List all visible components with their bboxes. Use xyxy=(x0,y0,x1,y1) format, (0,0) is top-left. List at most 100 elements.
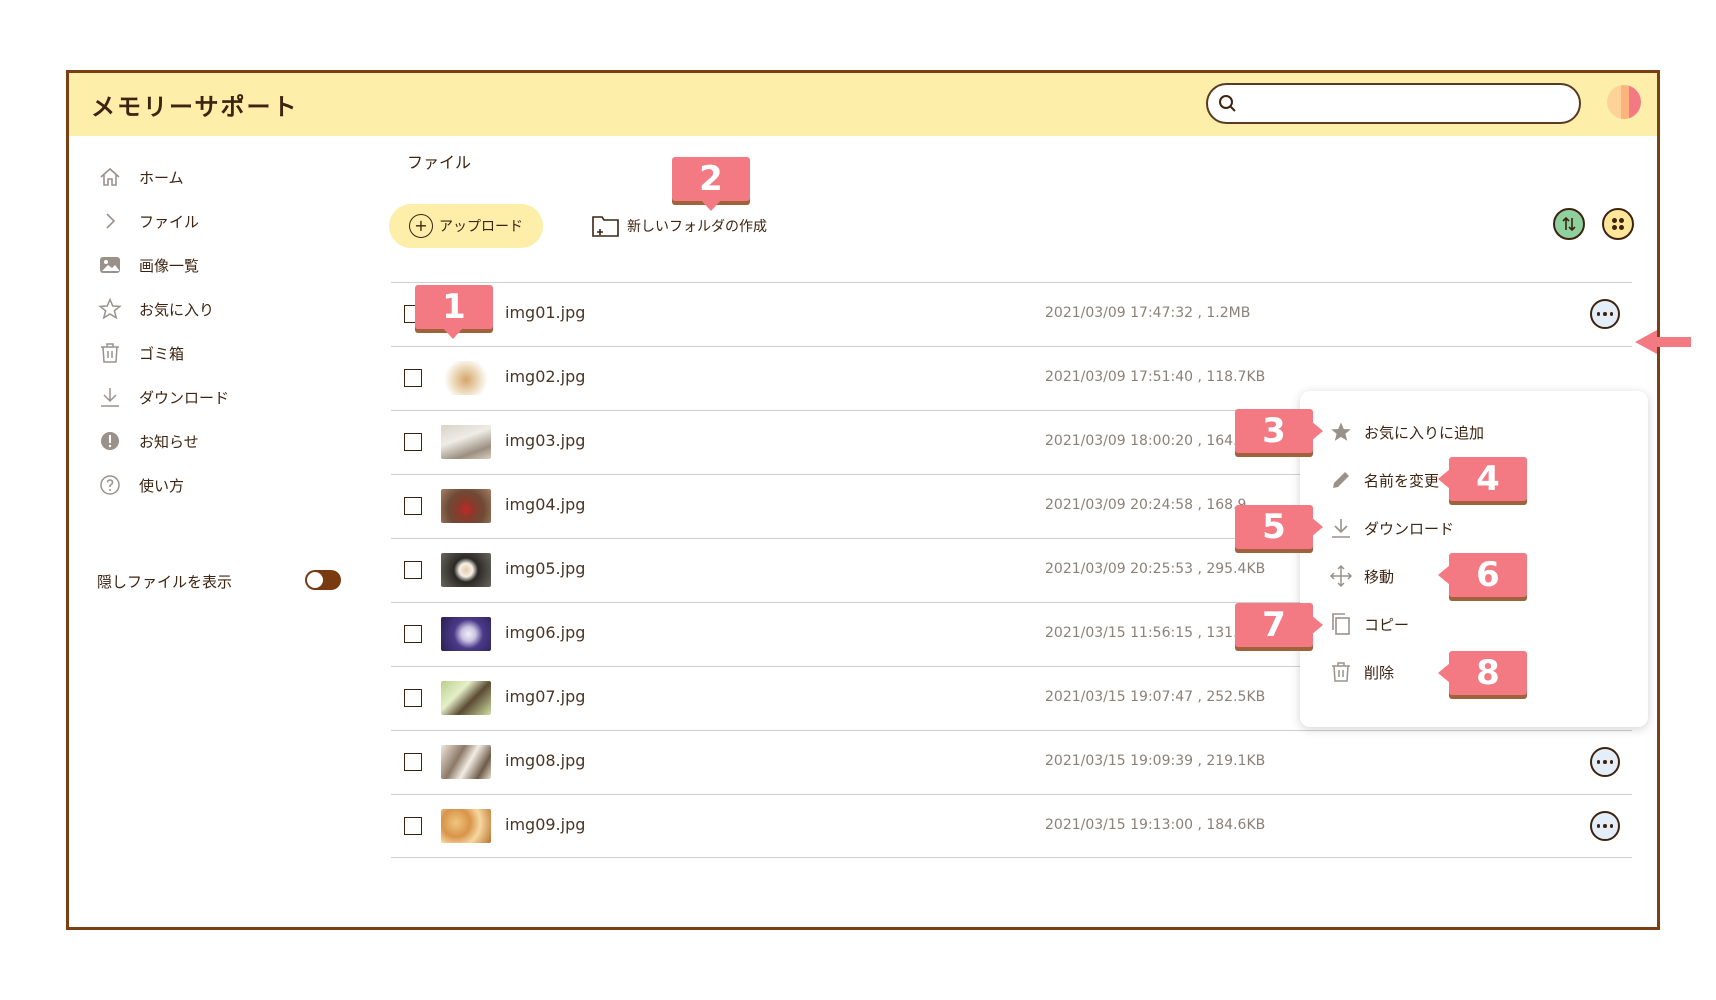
callout-6: 6 xyxy=(1449,553,1527,597)
hidden-files-label: 隠しファイルを表示 xyxy=(97,573,233,591)
table-row[interactable]: img08.jpg 2021/03/15 19:09:39 , 219.1KB xyxy=(391,730,1632,794)
pencil-icon xyxy=(1328,467,1354,493)
download-icon xyxy=(1328,515,1354,541)
file-meta: 2021/03/09 17:51:40 , 118.7KB xyxy=(1045,369,1266,385)
thumbnail xyxy=(441,489,491,523)
thumbnail xyxy=(441,617,491,651)
menu-item-copy[interactable]: コピー xyxy=(1328,609,1409,639)
new-folder-button[interactable]: 新しいフォルダの作成 xyxy=(591,211,767,241)
callout-pointer xyxy=(1311,615,1323,635)
menu-item-add-favorite[interactable]: お気に入りに追加 xyxy=(1328,417,1484,447)
new-folder-label: 新しいフォルダの作成 xyxy=(627,219,767,235)
row-checkbox[interactable] xyxy=(404,561,422,579)
file-name[interactable]: img08.jpg xyxy=(505,751,585,770)
grid-icon xyxy=(1612,218,1624,230)
menu-item-label: コピー xyxy=(1364,615,1410,634)
row-checkbox[interactable] xyxy=(404,689,422,707)
file-meta: 2021/03/15 19:09:39 , 219.1KB xyxy=(1045,753,1266,769)
callout-1: 1 xyxy=(415,285,493,329)
avatar[interactable] xyxy=(1607,85,1641,119)
home-icon xyxy=(97,164,123,190)
file-name[interactable]: img09.jpg xyxy=(505,815,585,834)
thumbnail xyxy=(441,553,491,587)
hidden-files-toggle[interactable] xyxy=(305,570,341,590)
sidebar-item-label: 画像一覧 xyxy=(139,256,200,275)
menu-item-rename[interactable]: 名前を変更 xyxy=(1328,465,1439,495)
search-input[interactable] xyxy=(1248,91,1572,117)
table-row[interactable]: img01.jpg 2021/03/09 17:47:32 , 1.2MB xyxy=(391,282,1632,346)
sidebar-item-label: ホーム xyxy=(139,168,184,187)
callout-pointer xyxy=(700,199,722,211)
callout-pointer xyxy=(1311,421,1323,441)
row-checkbox[interactable] xyxy=(404,369,422,387)
search-icon xyxy=(1219,95,1236,112)
plus-circle-icon: + xyxy=(409,214,433,238)
sidebar-item-label: お気に入り xyxy=(139,300,215,319)
star-icon xyxy=(97,296,123,322)
sidebar-item-label: ファイル xyxy=(139,212,200,231)
move-icon xyxy=(1328,563,1354,589)
toggle-knob xyxy=(307,572,323,588)
callout-4: 4 xyxy=(1449,457,1527,501)
sidebar-item-news[interactable]: お知らせ xyxy=(97,426,199,456)
app-title: メモリーサポート xyxy=(91,93,299,121)
callout-7: 7 xyxy=(1235,603,1313,647)
callout-3: 3 xyxy=(1235,409,1313,453)
file-name[interactable]: img05.jpg xyxy=(505,559,585,578)
callout-pointer xyxy=(1438,663,1450,683)
file-meta: 2021/03/09 17:47:32 , 1.2MB xyxy=(1045,305,1251,321)
more-options-button[interactable] xyxy=(1590,747,1620,777)
file-name[interactable]: img07.jpg xyxy=(505,687,585,706)
file-name[interactable]: img02.jpg xyxy=(505,367,585,386)
more-options-button[interactable] xyxy=(1590,299,1620,329)
sidebar-item-favorites[interactable]: お気に入り xyxy=(97,294,214,324)
sidebar-item-trash[interactable]: ゴミ箱 xyxy=(97,338,184,368)
sidebar-item-images[interactable]: 画像一覧 xyxy=(97,250,199,280)
callout-pointer xyxy=(1311,517,1323,537)
file-meta: 2021/03/15 19:07:47 , 252.5KB xyxy=(1045,689,1266,705)
table-row[interactable]: img09.jpg 2021/03/15 19:13:00 , 184.6KB xyxy=(391,794,1632,858)
menu-item-move[interactable]: 移動 xyxy=(1328,561,1394,591)
row-checkbox[interactable] xyxy=(404,625,422,643)
upload-button[interactable]: + アップロード xyxy=(389,204,543,248)
page-title: ファイル xyxy=(407,153,472,172)
search-box[interactable] xyxy=(1206,83,1581,124)
sidebar-item-download[interactable]: ダウンロード xyxy=(97,382,229,412)
file-name[interactable]: img06.jpg xyxy=(505,623,585,642)
header-bar: メモリーサポート xyxy=(69,73,1657,136)
sort-button[interactable] xyxy=(1553,208,1585,240)
thumbnail xyxy=(441,681,491,715)
more-options-button[interactable] xyxy=(1590,811,1620,841)
grid-view-button[interactable] xyxy=(1602,208,1634,240)
sidebar-item-files[interactable]: ファイル xyxy=(97,206,199,236)
pointer-arrow-icon xyxy=(1635,330,1691,354)
new-folder-icon xyxy=(592,216,619,237)
app-window: メモリーサポート ホーム ファイル 画像一覧 お気に入り ゴミ箱 ダウンロード … xyxy=(66,70,1660,930)
file-name[interactable]: img03.jpg xyxy=(505,431,585,450)
row-checkbox[interactable] xyxy=(404,433,422,451)
download-icon xyxy=(97,384,123,410)
sidebar-item-label: ダウンロード xyxy=(139,388,230,407)
sidebar-item-home[interactable]: ホーム xyxy=(97,162,184,192)
row-checkbox[interactable] xyxy=(404,817,422,835)
callout-pointer xyxy=(442,327,464,339)
file-meta: 2021/03/09 20:25:53 , 295.4KB xyxy=(1045,561,1266,577)
file-name[interactable]: img04.jpg xyxy=(505,495,585,514)
menu-item-label: お気に入りに追加 xyxy=(1364,423,1485,442)
callout-pointer xyxy=(1438,469,1450,489)
callout-8: 8 xyxy=(1449,651,1527,695)
thumbnail xyxy=(441,809,491,843)
menu-item-download[interactable]: ダウンロード xyxy=(1328,513,1454,543)
sidebar-item-label: 使い方 xyxy=(139,476,185,495)
row-checkbox[interactable] xyxy=(404,753,422,771)
sidebar-item-help[interactable]: 使い方 xyxy=(97,470,184,500)
callout-5: 5 xyxy=(1235,505,1313,549)
row-checkbox[interactable] xyxy=(404,497,422,515)
callout-2: 2 xyxy=(672,157,750,201)
file-name[interactable]: img01.jpg xyxy=(505,303,585,322)
file-meta: 2021/03/09 20:24:58 , 168.9 xyxy=(1045,497,1247,513)
menu-item-delete[interactable]: 削除 xyxy=(1328,657,1394,687)
menu-item-label: 名前を変更 xyxy=(1364,471,1440,490)
thumbnail xyxy=(441,425,491,459)
thumbnail xyxy=(441,361,491,395)
